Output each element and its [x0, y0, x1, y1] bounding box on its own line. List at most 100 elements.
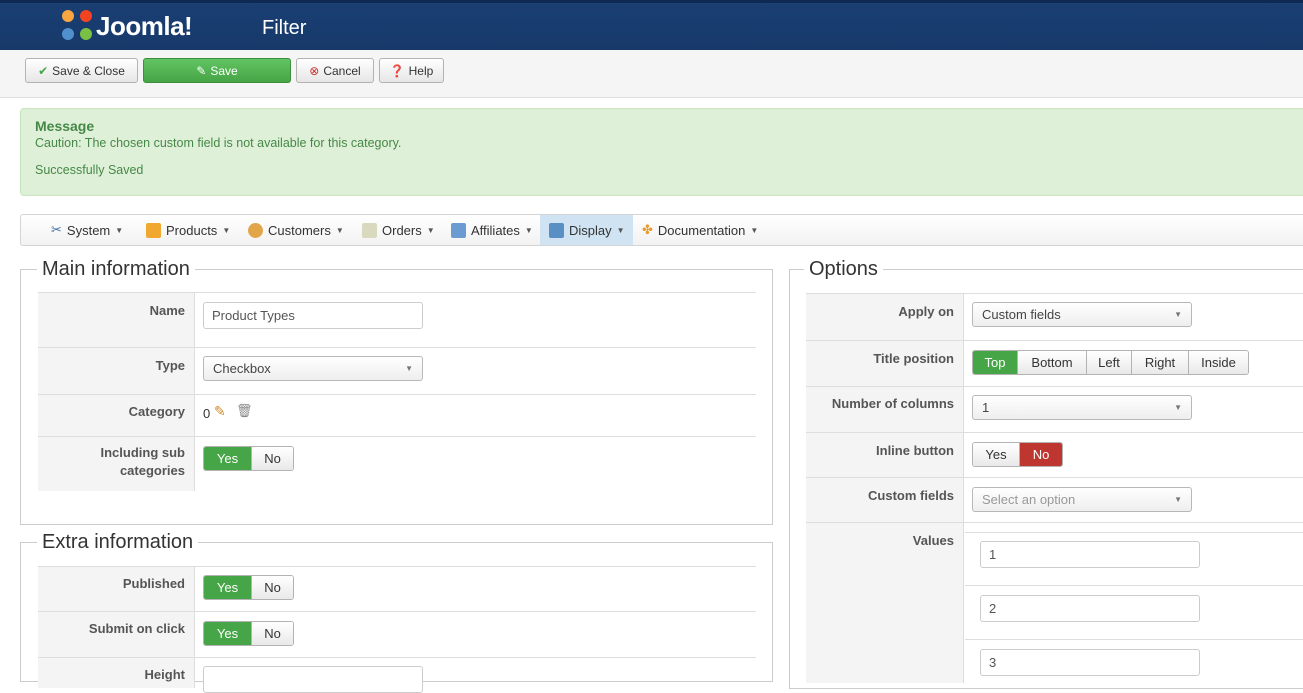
title-position-label: Title position [806, 341, 964, 386]
tools-icon: ✂ [51, 222, 62, 237]
logo-text: Joomla! [96, 10, 193, 41]
products-icon [146, 222, 161, 238]
value-input-2[interactable]: 2 [980, 595, 1200, 622]
custom-fields-label: Custom fields [806, 478, 964, 522]
value-input-1[interactable]: 1 [980, 541, 1200, 568]
toolbar: ✔ Save & Close ✎ Save ⊗ Cancel ❓ Help [0, 50, 1303, 98]
edit-pencil-icon[interactable]: ✎ [214, 403, 226, 420]
published-yes[interactable]: Yes [204, 576, 252, 599]
name-row: Name Product Types [38, 292, 756, 347]
message-heading: Message [35, 118, 95, 134]
caret-down-icon: ▼ [616, 225, 625, 235]
save-label: Save [210, 63, 238, 78]
system-message: Message Caution: The chosen custom field… [20, 108, 1303, 196]
help-button[interactable]: ❓ Help [379, 58, 444, 83]
help-icon: ❓ [389, 63, 405, 78]
joomla-logo-icon [62, 10, 94, 42]
trash-icon[interactable]: 🗑 [236, 403, 253, 419]
height-label: Height [38, 658, 195, 688]
title-position-right[interactable]: Right [1132, 351, 1189, 374]
options-fieldset: Options Apply on Custom fields ▼ Title p… [789, 258, 1303, 689]
type-label: Type [38, 348, 195, 394]
menu-label: Customers [268, 222, 331, 238]
save-button[interactable]: ✎ Save [143, 58, 291, 83]
columns-label: Number of columns [806, 387, 964, 432]
inline-button-yes[interactable]: Yes [973, 443, 1020, 466]
chevron-down-icon: ▼ [405, 364, 413, 373]
cancel-label: Cancel [323, 63, 361, 78]
sub-categories-yes[interactable]: Yes [204, 447, 252, 470]
menu-customers[interactable]: Customers ▼ [244, 215, 348, 245]
submit-on-click-yes[interactable]: Yes [204, 622, 252, 645]
menu-label: Affiliates [471, 222, 520, 238]
menu-label: Orders [382, 222, 422, 238]
save-close-label: Save & Close [52, 63, 125, 78]
menu-label: System [66, 222, 111, 238]
sub-categories-label: Including sub categories [38, 437, 195, 491]
menu-system[interactable]: ✂ System ▼ [47, 215, 127, 245]
menu-label: Products [166, 222, 218, 238]
edit-icon: ✎ [196, 63, 207, 78]
title-position-left[interactable]: Left [1087, 351, 1132, 374]
inline-button-toggle[interactable]: Yes No [972, 442, 1063, 467]
caret-down-icon: ▼ [750, 225, 759, 235]
page-title: Filter [262, 17, 307, 39]
category-row: Category 0 ✎ 🗑 [38, 394, 756, 436]
published-toggle[interactable]: Yes No [203, 575, 294, 600]
inline-button-no[interactable]: No [1020, 443, 1062, 466]
app-header: Joomla! Filter [0, 0, 1303, 50]
save-close-button[interactable]: ✔ Save & Close [25, 58, 138, 83]
main-information-legend: Main information [37, 258, 195, 281]
category-label: Category [38, 395, 195, 436]
title-position-toggle[interactable]: Top Bottom Left Right Inside [972, 350, 1249, 375]
chevron-down-icon: ▼ [1174, 403, 1182, 412]
message-caution: Caution: The chosen custom field is not … [35, 136, 402, 150]
custom-fields-row: Custom fields Select an option ▼ [806, 477, 1303, 522]
values-label: Values [806, 523, 964, 683]
sub-categories-toggle[interactable]: Yes No [203, 446, 294, 471]
value-input-3[interactable]: 3 [980, 649, 1200, 676]
documentation-icon: ✤ [642, 222, 653, 237]
extra-information-fieldset: Extra information Published Yes No Submi… [20, 531, 773, 693]
published-row: Published Yes No [38, 566, 756, 611]
component-menu: ✂ System ▼ Products ▼ Customers ▼ Orders ▼ A… [20, 214, 1303, 246]
apply-on-row: Apply on Custom fields ▼ [806, 293, 1303, 340]
values-divider [965, 585, 1303, 586]
menu-documentation[interactable]: ✤ Documentation ▼ [638, 215, 762, 245]
type-select[interactable]: Checkbox ▼ [203, 356, 423, 381]
values-row: Values 1 2 3 [806, 522, 1303, 683]
menu-display[interactable]: Display ▼ [540, 215, 633, 245]
options-legend: Options [804, 258, 883, 281]
name-input[interactable]: Product Types [203, 302, 423, 329]
joomla-logo[interactable]: Joomla! [62, 9, 193, 43]
chevron-down-icon: ▼ [1174, 495, 1182, 504]
inline-button-row: Inline button Yes No [806, 432, 1303, 477]
check-icon: ✔ [38, 63, 49, 78]
menu-affiliates[interactable]: Affiliates ▼ [447, 215, 537, 245]
apply-on-select[interactable]: Custom fields ▼ [972, 302, 1192, 327]
published-no[interactable]: No [252, 576, 293, 599]
cancel-button[interactable]: ⊗ Cancel [296, 58, 374, 83]
menu-orders[interactable]: Orders ▼ [358, 215, 439, 245]
type-row: Type Checkbox ▼ [38, 347, 756, 394]
title-position-inside[interactable]: Inside [1189, 351, 1248, 374]
height-row: Height [38, 657, 756, 693]
custom-fields-select[interactable]: Select an option ▼ [972, 487, 1192, 512]
columns-select[interactable]: 1 ▼ [972, 395, 1192, 420]
submit-on-click-toggle[interactable]: Yes No [203, 621, 294, 646]
category-value: 0 [203, 406, 211, 421]
message-success: Successfully Saved [35, 163, 144, 177]
extra-information-legend: Extra information [37, 531, 199, 554]
sub-categories-no[interactable]: No [252, 447, 293, 470]
height-input[interactable] [203, 666, 423, 693]
caret-down-icon: ▼ [115, 225, 124, 235]
cancel-icon: ⊗ [309, 63, 320, 78]
title-position-row: Title position Top Bottom Left Right Ins… [806, 340, 1303, 386]
type-select-value: Checkbox [213, 361, 271, 376]
title-position-top[interactable]: Top [973, 351, 1018, 374]
caret-down-icon: ▼ [524, 225, 533, 235]
menu-products[interactable]: Products ▼ [142, 215, 234, 245]
submit-on-click-no[interactable]: No [252, 622, 293, 645]
title-position-bottom[interactable]: Bottom [1018, 351, 1087, 374]
help-label: Help [408, 63, 434, 78]
